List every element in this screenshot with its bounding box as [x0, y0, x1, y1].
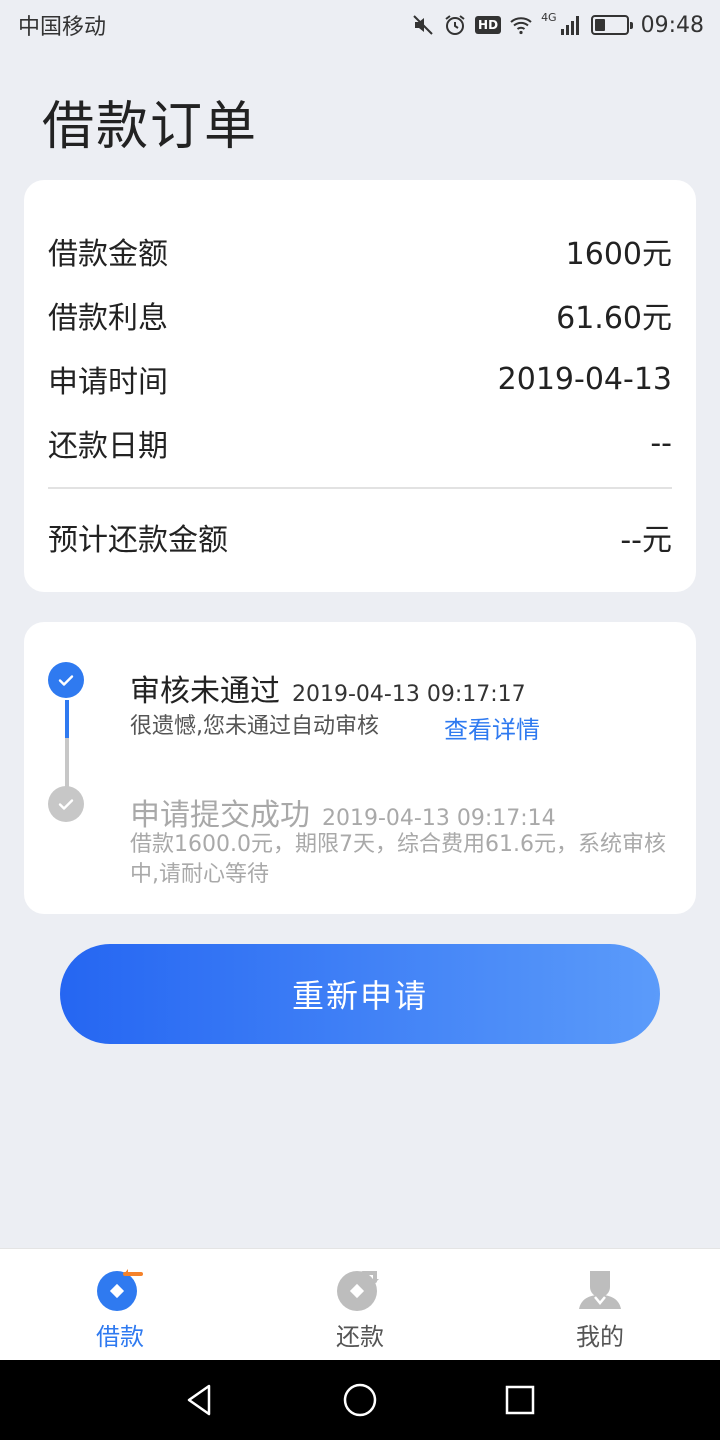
timeline-time: 2019-04-13 09:17:17 — [292, 682, 526, 707]
check-icon — [48, 662, 84, 698]
status-bar: 中国移动 HD 4G 09:48 — [0, 0, 720, 50]
timeline-desc-line2: 中,请耐心等待 — [130, 862, 269, 887]
check-icon — [48, 786, 84, 822]
recents-square-icon — [505, 1385, 535, 1415]
loan-info-card: 借款金额 1600元 借款利息 61.60元 申请时间 2019-04-13 还… — [24, 180, 696, 592]
back-triangle-icon — [187, 1384, 211, 1416]
expected-repay-value: --元 — [620, 523, 672, 558]
loan-icon — [97, 1269, 143, 1311]
profile-icon — [579, 1271, 621, 1309]
page-title: 借款订单 — [42, 97, 259, 157]
status-timeline-card: 审核未通过 2019-04-13 09:17:17 很遗憾,您未通过自动审核 查… — [24, 622, 696, 914]
clock: 09:48 — [640, 12, 704, 38]
system-nav-bar — [0, 1360, 720, 1440]
home-circle-icon — [343, 1383, 377, 1417]
timeline-desc-line1: 借款1600.0元，期限7天，综合费用61.6元，系统审核 — [130, 832, 666, 857]
repay-date-row: 还款日期 -- — [48, 411, 672, 475]
timeline-desc: 很遗憾,您未通过自动审核 — [130, 714, 379, 739]
home-button[interactable] — [340, 1380, 380, 1420]
mute-icon — [413, 15, 433, 35]
expected-repay-label: 预计还款金额 — [48, 523, 228, 558]
carrier-label: 中国移动 — [18, 15, 107, 40]
tab-repay[interactable]: 还款 — [240, 1249, 480, 1360]
divider — [48, 487, 672, 489]
loan-interest-value: 61.60元 — [556, 301, 672, 336]
back-button[interactable] — [180, 1380, 220, 1420]
tab-label: 还款 — [336, 1323, 384, 1351]
apply-time-value: 2019-04-13 — [497, 361, 672, 397]
loan-amount-row: 借款金额 1600元 — [48, 219, 672, 283]
battery-icon — [590, 15, 633, 35]
tab-profile[interactable]: 我的 — [480, 1249, 720, 1360]
timeline-head: 审核未通过 2019-04-13 09:17:17 — [130, 666, 526, 710]
timeline-time: 2019-04-13 09:17:14 — [322, 806, 556, 831]
repay-date-value: -- — [650, 425, 672, 461]
repay-icon — [337, 1271, 379, 1311]
view-details-link[interactable]: 查看详情 — [444, 710, 540, 745]
apply-time-row: 申请时间 2019-04-13 — [48, 347, 672, 411]
tab-label: 我的 — [576, 1323, 624, 1351]
network-type: 4G — [541, 10, 557, 24]
loan-interest-row: 借款利息 61.60元 — [48, 283, 672, 347]
loan-amount-value: 1600元 — [565, 237, 672, 272]
expected-repay-row: 预计还款金额 --元 — [48, 505, 672, 569]
tab-loan[interactable]: 借款 — [0, 1249, 240, 1360]
recents-button[interactable] — [500, 1380, 540, 1420]
signal-icon — [560, 16, 579, 35]
status-icons: HD 4G 09:48 — [411, 10, 704, 38]
hd-icon: HD — [475, 16, 502, 34]
apply-time-label: 申请时间 — [48, 365, 168, 400]
wifi-icon — [510, 17, 532, 35]
timeline-head: 申请提交成功 2019-04-13 09:17:14 — [130, 790, 556, 834]
tab-label: 借款 — [96, 1323, 144, 1351]
alarm-icon — [445, 15, 465, 35]
bottom-tab-bar: 借款 还款 我的 — [0, 1248, 720, 1360]
loan-amount-label: 借款金额 — [48, 237, 168, 272]
loan-interest-label: 借款利息 — [48, 301, 168, 336]
timeline-line-active — [65, 700, 69, 738]
repay-date-label: 还款日期 — [48, 429, 168, 464]
reapply-button[interactable]: 重新申请 — [60, 944, 660, 1044]
timeline-title: 申请提交成功 — [130, 798, 310, 833]
timeline-title: 审核未通过 — [130, 674, 280, 709]
